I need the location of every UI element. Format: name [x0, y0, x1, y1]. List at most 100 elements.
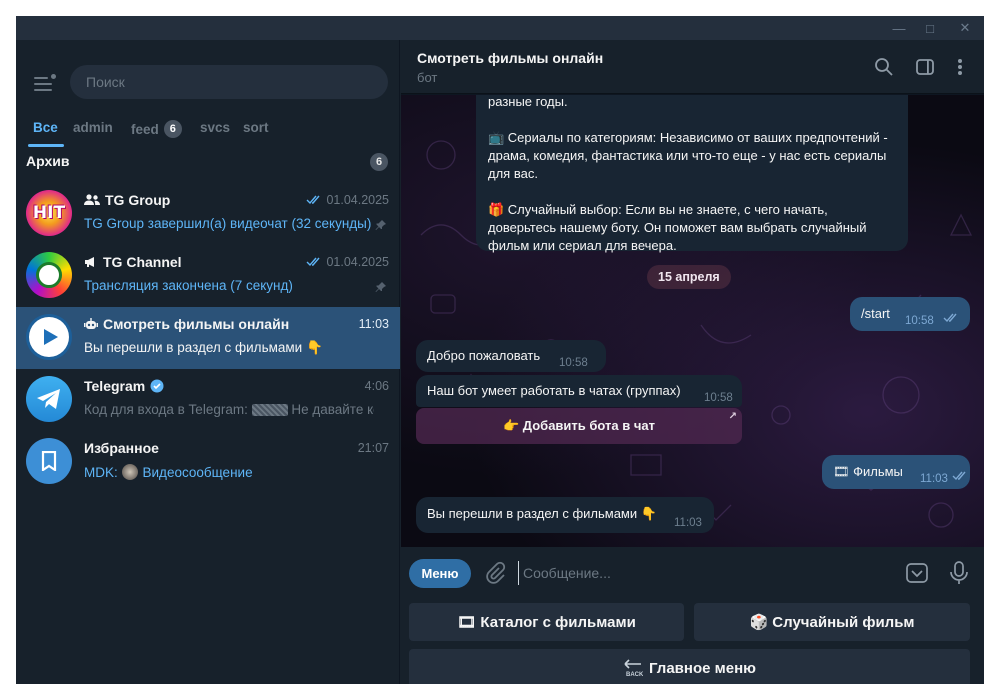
- double-check-icon: [306, 195, 320, 205]
- tab-admin[interactable]: admin: [73, 120, 113, 135]
- message-groups[interactable]: Наш бот умеет работать в чатах (группах)…: [416, 375, 742, 407]
- chat-preview: MDK: Видеосообщение: [84, 464, 253, 480]
- add-bot-inline-button[interactable]: 👉 Добавить бота в чат ↗: [416, 408, 742, 444]
- more-options-icon[interactable]: [948, 55, 972, 79]
- message-outgoing-start[interactable]: /start 10:58: [850, 297, 970, 331]
- double-check-icon: [952, 471, 966, 481]
- tab-svcs[interactable]: svcs: [200, 120, 230, 135]
- chat-preview: TG Group завершил(а) видеочат (32 секунд…: [84, 216, 372, 231]
- message-time: 11:03: [920, 473, 948, 485]
- keyboard-button-random[interactable]: 🎲 Случайный фильм: [694, 603, 970, 641]
- chat-preview: Трансляция закончена (7 секунд): [84, 278, 293, 293]
- message-time: 10:58: [905, 315, 934, 327]
- back-arrow-icon: BACK: [624, 659, 643, 677]
- keyboard-button-catalog[interactable]: 🎞 Каталог с фильмами: [409, 603, 684, 641]
- attach-icon[interactable]: [483, 561, 507, 585]
- chat-time: 11:03: [358, 317, 389, 331]
- menu-hamburger-icon[interactable]: [34, 74, 56, 92]
- unread-badge: 6: [163, 120, 182, 138]
- date-separator: 15 апреля: [647, 265, 731, 289]
- bot-icon: [84, 318, 98, 329]
- megaphone-icon: [85, 257, 94, 267]
- group-icon: [84, 194, 100, 205]
- message-time: 10:58: [704, 392, 733, 404]
- keyboard-button-label: Главное меню: [649, 659, 756, 677]
- message-outgoing-films[interactable]: 🎞 Фильмы 11:03: [822, 455, 970, 489]
- keyboard-button-label: 🎞 Каталог с фильмами: [457, 614, 636, 631]
- chat-preview: Код для входа в Telegram: Не давайте код…: [84, 402, 374, 417]
- chat-time: 4:06: [364, 379, 389, 393]
- pin-icon: [375, 219, 387, 234]
- minimize-button[interactable]: —: [882, 16, 916, 40]
- active-tab-indicator: [28, 144, 64, 147]
- chat-title: Избранное: [84, 440, 159, 456]
- chat-area: Смотреть фильмы онлайн бот разные годы. …: [401, 40, 984, 684]
- chat-title: Telegram: [84, 378, 164, 394]
- chat-time: 21:07: [357, 441, 389, 455]
- chat-title: Смотреть фильмы онлайн: [84, 316, 289, 332]
- chat-item-tg-channel[interactable]: TG Channel 01.04.2025 Трансляция законче…: [16, 245, 400, 307]
- message-time: 11:03: [674, 517, 702, 529]
- message-bot-intro[interactable]: разные годы. 📺 Сериалы по категориям: Не…: [476, 95, 908, 253]
- composer: Меню Сообщение... 🎞 Каталог с фильмами 🎲…: [401, 547, 984, 684]
- archive-row[interactable]: Архив 6: [26, 153, 390, 177]
- maximize-button[interactable]: □: [913, 16, 947, 40]
- message-text: 📺 Сериалы по категориям: Независимо от в…: [488, 130, 888, 181]
- bookmark-icon: [26, 438, 72, 484]
- svg-text:BACK: BACK: [626, 672, 643, 677]
- message-text: Вы перешли в раздел с фильмами 👇: [427, 506, 657, 521]
- message-input[interactable]: Сообщение...: [518, 561, 898, 585]
- message-text: разные годы.: [488, 95, 568, 109]
- chat-item-saved-messages[interactable]: Избранное 21:07 MDK: Видеосообщение: [16, 431, 400, 493]
- chat-preview: Вы перешли в раздел с фильмами 👇: [84, 340, 323, 355]
- chat-title: TG Group: [84, 192, 170, 208]
- tab-all[interactable]: Все: [33, 120, 58, 135]
- verified-icon: [150, 379, 164, 393]
- chat-item-tg-group[interactable]: HIT TG Group 01.04.2025 TG Group заверши…: [16, 183, 400, 245]
- spoiler-blur[interactable]: [251, 404, 288, 417]
- microphone-icon[interactable]: [947, 560, 971, 586]
- message-text: Добро пожаловать: [427, 348, 541, 363]
- tab-sort[interactable]: sort: [243, 120, 269, 135]
- double-check-icon: [306, 257, 320, 267]
- archive-count-badge: 6: [370, 153, 388, 171]
- close-button[interactable]: ✕: [948, 16, 982, 40]
- sidebar-toggle-icon[interactable]: [913, 55, 937, 79]
- avatar-text: HIT: [32, 203, 66, 223]
- keyboard-button-label: 🎲 Случайный фильм: [749, 614, 915, 631]
- message-text: 🎞 Фильмы: [833, 464, 903, 479]
- chat-item-telegram[interactable]: Telegram 4:06 Код для входа в Telegram: …: [16, 369, 400, 431]
- message-section[interactable]: Вы перешли в раздел с фильмами 👇 11:03: [416, 497, 714, 533]
- avatar: HIT: [26, 190, 72, 236]
- search-icon[interactable]: [872, 55, 896, 79]
- message-text: /start: [861, 306, 890, 321]
- tab-feed[interactable]: feed 6: [131, 120, 182, 138]
- chat-header-subtitle: бот: [417, 70, 438, 85]
- chat-list-sidebar: Поиск Все admin feed 6 svcs sort Архив 6 …: [16, 40, 400, 684]
- telegram-logo-icon: [26, 376, 72, 422]
- message-welcome[interactable]: Добро пожаловать 10:58: [416, 340, 606, 372]
- title-bar: — □ ✕: [16, 16, 984, 40]
- avatar-emblem-icon: [36, 262, 62, 288]
- chat-item-movies-bot[interactable]: Смотреть фильмы онлайн 11:03 Вы перешли …: [16, 307, 400, 369]
- archive-label: Архив: [26, 153, 70, 169]
- chat-time: 01.04.2025: [306, 255, 389, 269]
- play-icon: [29, 317, 69, 357]
- chat-time: 01.04.2025: [306, 193, 389, 207]
- chat-header[interactable]: Смотреть фильмы онлайн бот: [401, 40, 984, 94]
- folder-tabs: Все admin feed 6 svcs sort: [16, 116, 400, 147]
- keyboard-toggle-icon[interactable]: [905, 561, 929, 585]
- avatar: [26, 314, 72, 360]
- message-text: 🎁 Случайный выбор: Если вы не знаете, с …: [488, 202, 867, 253]
- telegram-window: — □ ✕ Поиск Все admin feed 6 svcs sort Ар…: [16, 16, 984, 684]
- inline-button-label: 👉 Добавить бота в чат: [503, 418, 655, 433]
- avatar: [26, 252, 72, 298]
- bot-menu-button[interactable]: Меню: [409, 559, 471, 588]
- search-input[interactable]: Поиск: [70, 65, 388, 99]
- chat-title: TG Channel: [84, 254, 182, 270]
- double-check-icon: [943, 313, 957, 323]
- pin-icon: [375, 281, 387, 296]
- message-text: Наш бот умеет работать в чатах (группах): [427, 383, 681, 398]
- message-list[interactable]: разные годы. 📺 Сериалы по категориям: Не…: [401, 95, 984, 547]
- keyboard-button-main-menu[interactable]: BACK Главное меню: [409, 649, 970, 684]
